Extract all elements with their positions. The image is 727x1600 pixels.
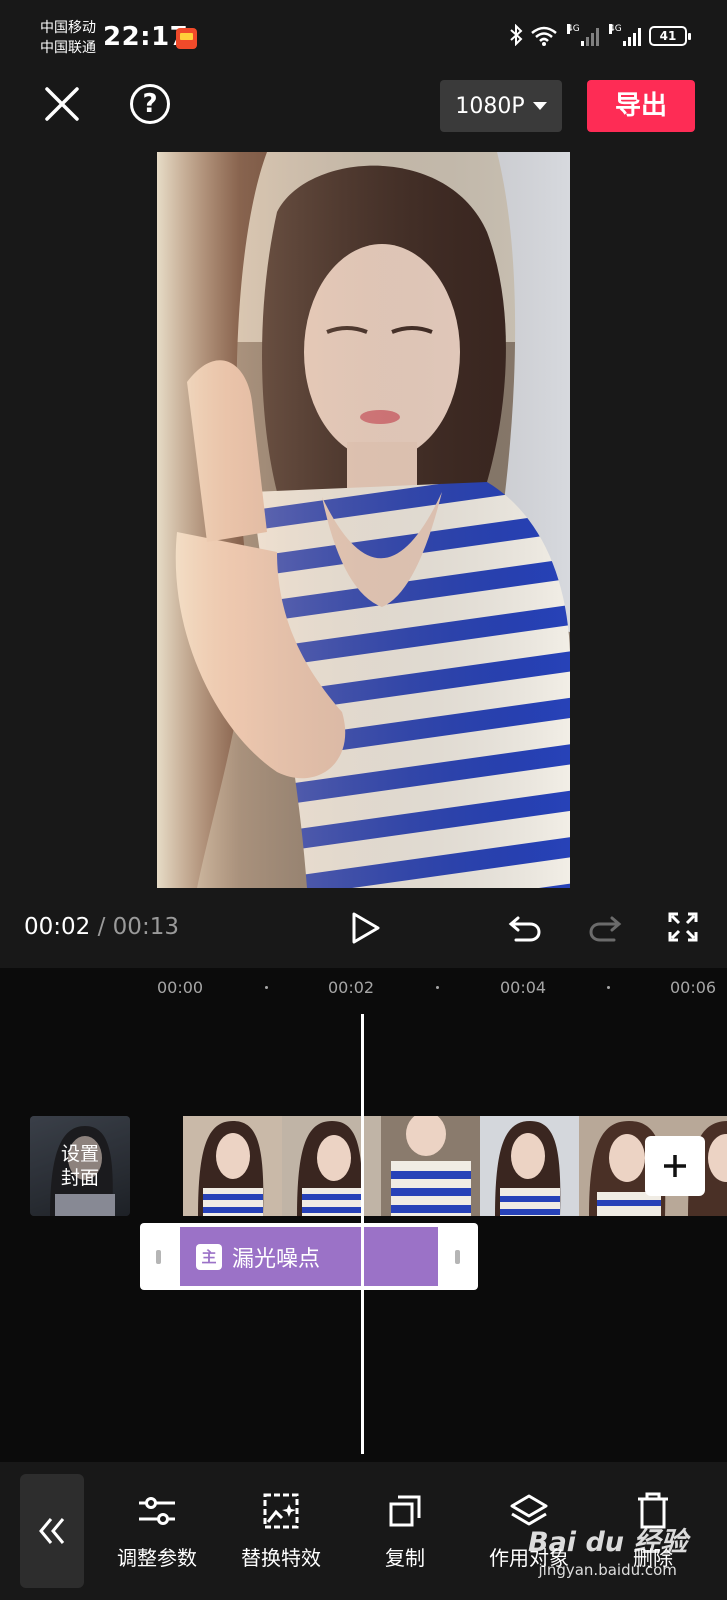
help-icon: ? <box>142 89 158 119</box>
current-time: 00:02 <box>24 914 91 940</box>
copy-label: 复制 <box>385 1546 425 1570</box>
play-button[interactable] <box>350 911 382 945</box>
cover-label-line-2: 封面 <box>60 1167 99 1189</box>
carrier-1: 中国移动 <box>40 20 96 36</box>
time-separator: / <box>97 914 106 940</box>
playback-time: 00:02 / 00:13 <box>24 914 179 940</box>
battery-icon: 41 <box>649 26 691 46</box>
add-clip-button[interactable] <box>645 1136 705 1196</box>
video-frame-thumbnail <box>183 1116 282 1216</box>
video-preview[interactable] <box>157 152 570 888</box>
resolution-dropdown[interactable]: 1080P <box>440 80 562 132</box>
status-indicators: 4G 4G 41 <box>509 24 691 46</box>
effect-label: 漏光噪点 <box>232 1246 321 1272</box>
close-button[interactable] <box>42 84 82 124</box>
carrier-names: 中国移动 中国联通 <box>40 18 96 58</box>
baidu-jingyan-watermark: Bai du 经验 jingyan.baidu.com <box>528 1520 687 1579</box>
wifi-icon <box>531 26 557 46</box>
ruler-tick: 00:06 <box>670 978 717 997</box>
ruler-dot <box>436 986 439 989</box>
export-button[interactable]: 导出 <box>587 80 695 132</box>
signal-icon-1: 4G <box>567 24 599 46</box>
ruler-dot <box>265 986 268 989</box>
replace-effect-button[interactable]: 替换特效 <box>221 1490 341 1571</box>
fullscreen-button[interactable] <box>667 911 699 943</box>
ruler-tick: 00:04 <box>500 978 547 997</box>
effect-clip-right-handle[interactable] <box>455 1250 460 1264</box>
redo-icon <box>589 916 622 942</box>
sliders-icon <box>139 1497 175 1525</box>
bluetooth-icon <box>510 24 523 46</box>
help-button[interactable]: ? <box>130 84 170 124</box>
watermark-logo: Bai du 经验 <box>528 1527 688 1558</box>
copy-icon <box>389 1495 421 1527</box>
caret-down-icon <box>532 102 547 110</box>
ruler-dot <box>607 986 610 989</box>
ruler-tick: 00:02 <box>328 978 375 997</box>
effect-clip[interactable]: 主 漏光噪点 <box>140 1223 478 1290</box>
effect-clip-left-handle[interactable] <box>156 1250 161 1264</box>
status-bar: 中国移动 中国联通 22:17 4G 4G 41 <box>0 0 727 76</box>
cover-label: 设置 封面 <box>30 1116 130 1216</box>
network-type-2: 4G <box>609 24 622 34</box>
set-cover-button[interactable]: 设置 封面 <box>30 1116 130 1216</box>
double-chevron-left-icon <box>39 1518 65 1544</box>
undo-icon <box>508 916 541 942</box>
effect-clip-body: 主 漏光噪点 <box>180 1227 438 1286</box>
playhead[interactable] <box>361 1014 364 1454</box>
notification-app-icon <box>176 28 197 49</box>
watermark-url: jingyan.baidu.com <box>538 1561 677 1579</box>
adjust-params-button[interactable]: 调整参数 <box>97 1490 217 1571</box>
signal-icon-2: 4G <box>609 24 641 46</box>
network-type-1: 4G <box>567 24 580 34</box>
play-icon <box>352 912 380 944</box>
battery-level: 41 <box>659 29 677 43</box>
video-frame-thumbnail <box>381 1116 480 1216</box>
ruler-tick: 00:00 <box>157 978 204 997</box>
effect-icon: 主 <box>196 1243 222 1270</box>
video-frame-thumbnail <box>282 1116 381 1216</box>
resolution-label: 1080P <box>455 93 525 119</box>
timeline[interactable]: 00:00 00:02 00:04 00:06 设置 封面 主 漏光噪点 <box>0 968 727 1462</box>
preview-image <box>157 152 570 888</box>
undo-button[interactable] <box>508 910 542 944</box>
total-time: 00:13 <box>112 914 179 940</box>
collapse-button[interactable] <box>20 1474 84 1588</box>
video-frame-thumbnail <box>480 1116 579 1216</box>
carrier-2: 中国联通 <box>40 40 96 56</box>
plus-icon <box>664 1155 686 1177</box>
close-icon <box>45 87 79 121</box>
replace-effect-icon <box>263 1493 299 1529</box>
adjust-params-label: 调整参数 <box>117 1546 197 1570</box>
cover-label-line-1: 设置 <box>60 1143 99 1165</box>
copy-button[interactable]: 复制 <box>345 1490 465 1571</box>
redo-button[interactable] <box>588 910 622 944</box>
replace-effect-label: 替换特效 <box>241 1546 321 1570</box>
fullscreen-icon <box>668 912 698 942</box>
